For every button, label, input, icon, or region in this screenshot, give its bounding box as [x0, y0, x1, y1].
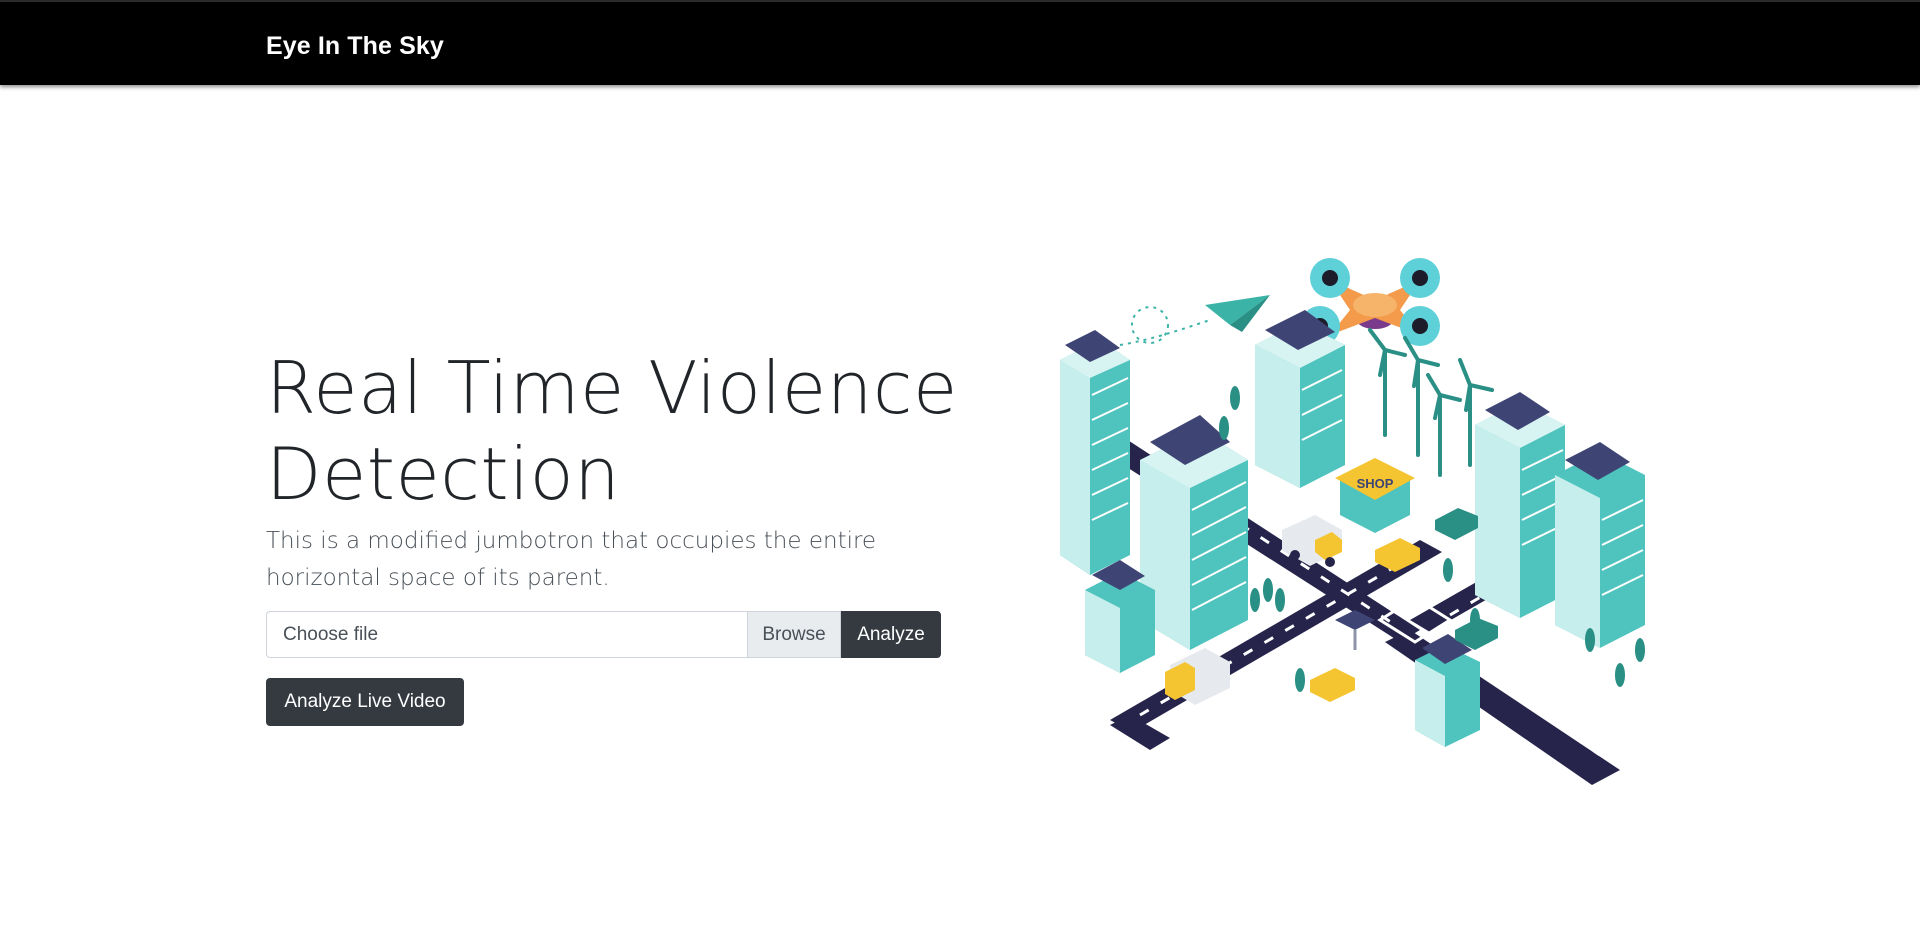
- building-left-icon: [1060, 330, 1130, 575]
- smart-city-illustration: SHOP: [980, 210, 1760, 830]
- analyze-live-video-button[interactable]: Analyze Live Video: [266, 678, 464, 726]
- navbar: Eye In The Sky: [0, 0, 1920, 85]
- shop-icon: SHOP: [1335, 458, 1415, 533]
- lead-text: This is a modified jumbotron that occupi…: [266, 528, 877, 591]
- file-input[interactable]: Choose file Browse: [266, 611, 841, 658]
- wind-turbine-icon: [1368, 328, 1494, 477]
- browse-button[interactable]: Browse: [747, 611, 841, 658]
- hero-section: Real Time Violence Detection This is a m…: [266, 345, 966, 597]
- file-input-placeholder: Choose file: [283, 624, 379, 645]
- building-center-left-icon: [1140, 415, 1248, 650]
- yellow-truck-icon: [1165, 648, 1230, 705]
- file-upload-group: Choose file Browse Analyze: [266, 611, 941, 658]
- paper-plane-icon: [1119, 295, 1270, 346]
- city-drone-svg: SHOP: [1060, 258, 1645, 785]
- brand-link[interactable]: Eye In The Sky: [266, 32, 444, 61]
- shop-sign: SHOP: [1357, 476, 1394, 491]
- analyze-button[interactable]: Analyze: [841, 611, 941, 658]
- building-right-icon: [1475, 392, 1565, 618]
- building-far-right-icon: [1555, 442, 1645, 648]
- page-title: Real Time Violence Detection: [266, 346, 958, 516]
